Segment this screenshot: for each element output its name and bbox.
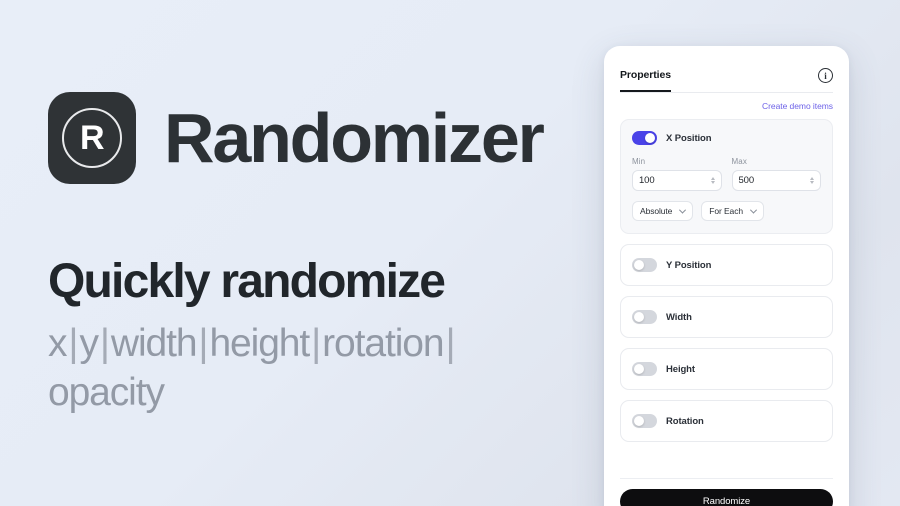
- properties-list: X Position Min 100 Max 500 Absolute For …: [620, 119, 833, 478]
- logo-letter: R: [79, 119, 105, 157]
- tagline-sep-4: |: [445, 322, 455, 365]
- tagline-prop-5: opacity: [48, 370, 165, 414]
- tagline-prop-2: width: [110, 322, 198, 365]
- label-width: Width: [666, 311, 692, 323]
- panel-footer: Randomize: [620, 478, 833, 506]
- toggle-knob: [633, 363, 645, 375]
- toggle-knob: [633, 415, 645, 427]
- property-row-width[interactable]: Width: [620, 296, 833, 338]
- brand-row: R Randomizer: [48, 92, 568, 184]
- tagline-sep-0: |: [68, 322, 78, 365]
- demo-link-row: Create demo items: [620, 93, 833, 119]
- tagline-headline: Quickly randomize: [48, 255, 446, 308]
- select-mode[interactable]: Absolute: [632, 201, 694, 221]
- chevron-down-icon: [679, 206, 687, 214]
- tagline-prop-0: x: [48, 322, 68, 365]
- field-max: Max 500: [731, 157, 821, 191]
- x-position-minmax-row: Min 100 Max 500: [632, 157, 821, 191]
- x-position-header: X Position: [632, 131, 821, 145]
- info-icon[interactable]: i: [818, 68, 833, 83]
- x-position-select-row: Absolute For Each: [632, 201, 821, 221]
- tagline-sep-2: |: [198, 322, 208, 365]
- plugin-panel: Properties i Create demo items X Positio…: [604, 46, 849, 506]
- toggle-height[interactable]: [632, 362, 657, 376]
- app-logo: R: [48, 92, 136, 184]
- chevron-down-icon: [749, 206, 758, 214]
- input-min[interactable]: 100: [632, 170, 722, 191]
- toggle-knob: [633, 259, 645, 271]
- toggle-x-position[interactable]: [632, 131, 657, 145]
- brand-title: Randomizer: [164, 99, 545, 177]
- label-y-position: Y Position: [666, 259, 712, 271]
- value-min: 100: [639, 175, 655, 186]
- label-max: Max: [731, 157, 747, 166]
- create-demo-items-link[interactable]: Create demo items: [762, 101, 833, 111]
- select-mode-value: Absolute: [640, 206, 673, 216]
- toggle-width[interactable]: [632, 310, 657, 324]
- tagline-block: Quickly randomize x|y|width|height|rotat…: [48, 258, 568, 418]
- tagline-sep-1: |: [99, 322, 110, 365]
- property-row-y-position[interactable]: Y Position: [620, 244, 833, 286]
- stepper-max-icon[interactable]: [810, 177, 814, 184]
- panel-tabbar: Properties i: [620, 46, 833, 93]
- label-x-position: X Position: [666, 132, 712, 144]
- property-row-rotation[interactable]: Rotation: [620, 400, 833, 442]
- field-min: Min 100: [632, 157, 722, 191]
- stepper-min-icon[interactable]: [710, 177, 715, 184]
- select-scope[interactable]: For Each: [701, 201, 764, 221]
- value-max: 500: [738, 175, 755, 186]
- hero-section: R Randomizer Quickly randomize x|y|width…: [48, 92, 568, 418]
- tagline-prop-1: y: [79, 322, 99, 365]
- toggle-rotation[interactable]: [632, 414, 657, 428]
- input-max[interactable]: 500: [731, 170, 821, 191]
- select-scope-value: For Each: [709, 206, 743, 216]
- toggle-knob: [633, 311, 645, 323]
- property-card-x-position: X Position Min 100 Max 500 Absolute For …: [620, 119, 833, 234]
- label-min: Min: [632, 157, 646, 166]
- tab-properties[interactable]: Properties: [620, 69, 671, 92]
- promo-banner: R Randomizer Quickly randomize x|y|width…: [0, 0, 900, 506]
- tagline-prop-3: height: [209, 322, 310, 365]
- randomize-button[interactable]: Randomize: [620, 489, 833, 506]
- toggle-y-position[interactable]: [632, 258, 657, 272]
- tagline-prop-4: rotation: [322, 322, 444, 365]
- label-rotation: Rotation: [666, 415, 704, 427]
- tagline-properties-list: x|y|width|height|rotation| opacity: [48, 320, 563, 418]
- logo-ring-icon: R: [62, 108, 122, 168]
- tagline-sep-3: |: [311, 322, 321, 365]
- toggle-knob: [644, 132, 656, 144]
- label-height: Height: [666, 363, 695, 375]
- property-row-height[interactable]: Height: [620, 348, 833, 390]
